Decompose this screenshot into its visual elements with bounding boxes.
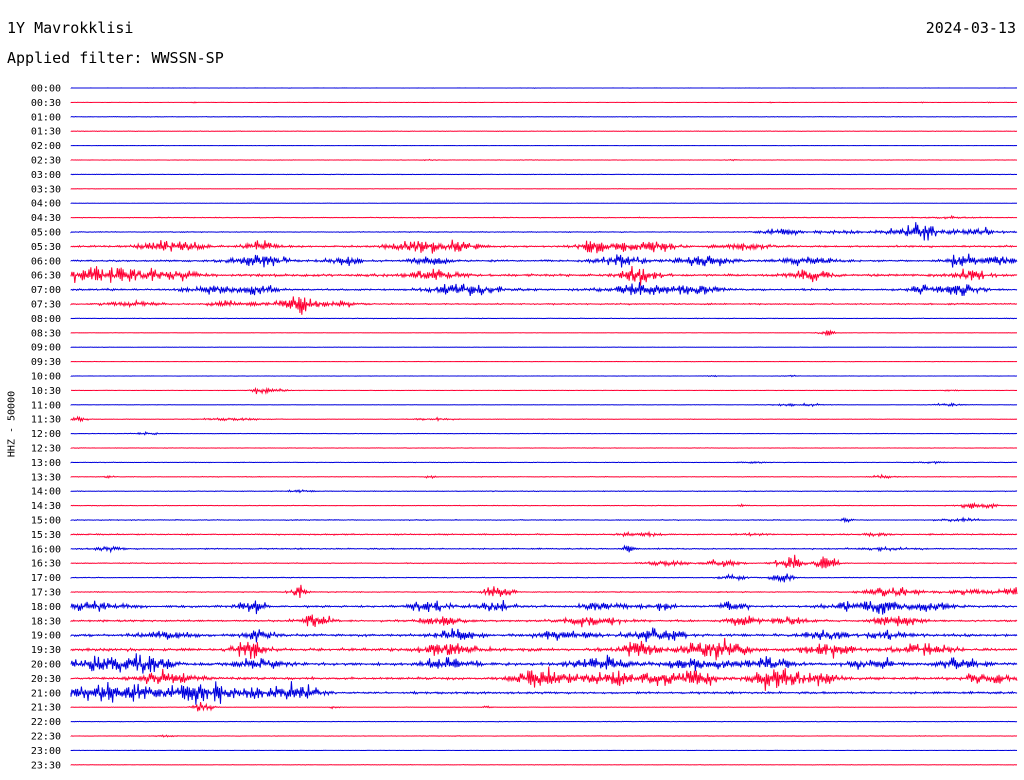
time-label: 13:00: [31, 458, 61, 469]
trace-line: [70, 386, 1018, 395]
time-label: 14:00: [31, 487, 61, 498]
time-label: 17:00: [31, 573, 61, 584]
trace-line: [70, 573, 1018, 583]
trace-line: [70, 544, 1018, 554]
trace-line: [70, 734, 1018, 738]
trace-line: [70, 554, 1018, 569]
time-label: 07:30: [31, 300, 61, 311]
time-label: 09:00: [31, 343, 61, 354]
trace-line: [70, 130, 1018, 133]
trace-line: [70, 447, 1018, 449]
time-label: 00:00: [31, 84, 61, 95]
trace-line: [70, 115, 1018, 118]
time-label: 19:00: [31, 631, 61, 642]
trace-line: [70, 282, 1018, 296]
trace-line: [70, 101, 1018, 104]
trace-line: [70, 214, 1018, 220]
time-label-group: 00:00 00:30 01:00 01:30 02:00 02:30 03:00 03:30…: [31, 84, 61, 772]
time-label: 06:30: [31, 271, 61, 282]
time-label: 06:00: [31, 256, 61, 267]
trace-line: [70, 430, 1018, 436]
time-label: 09:30: [31, 357, 61, 368]
time-label: 03:30: [31, 184, 61, 195]
trace-line: [70, 296, 1018, 315]
trace-line: [70, 501, 1018, 510]
trace-line: [70, 720, 1018, 723]
time-label: 17:30: [31, 588, 61, 599]
time-label: 16:00: [31, 544, 61, 555]
helicorder-plot: 00:00 00:30 01:00 01:30 02:00 02:30 03:00 03:30…: [31, 84, 1018, 772]
time-label: 14:30: [31, 501, 61, 512]
trace-line: [70, 681, 1018, 705]
time-label: 15:00: [31, 516, 61, 527]
trace-line: [70, 516, 1018, 524]
time-label: 23:00: [31, 746, 61, 757]
time-label: 03:00: [31, 170, 61, 181]
trace-line: [70, 329, 1018, 337]
trace-line: [70, 222, 1018, 241]
time-label: 19:30: [31, 645, 61, 656]
trace-line: [70, 239, 1018, 254]
trace-line: [70, 666, 1018, 691]
trace-line: [70, 763, 1018, 766]
time-label: 05:00: [31, 228, 61, 239]
time-label: 16:30: [31, 559, 61, 570]
trace-group: [70, 87, 1018, 766]
time-label: 11:00: [31, 400, 61, 411]
trace-line: [70, 317, 1018, 320]
time-label: 21:00: [31, 688, 61, 699]
time-label: 22:30: [31, 732, 61, 743]
time-label: 15:30: [31, 530, 61, 541]
trace-line: [70, 653, 1018, 674]
trace-line: [70, 460, 1018, 465]
time-label: 04:00: [31, 199, 61, 210]
trace-line: [70, 173, 1018, 176]
time-label: 10:30: [31, 386, 61, 397]
trace-line: [70, 473, 1018, 480]
time-label: 20:00: [31, 660, 61, 671]
trace-line: [70, 701, 1018, 712]
time-label: 18:00: [31, 602, 61, 613]
time-label: 02:30: [31, 156, 61, 167]
time-label: 12:30: [31, 444, 61, 455]
time-label: 02:00: [31, 141, 61, 152]
time-label: 01:00: [31, 112, 61, 123]
time-label: 08:30: [31, 328, 61, 339]
trace-line: [70, 584, 1018, 599]
time-label: 12:00: [31, 429, 61, 440]
time-label: 21:30: [31, 703, 61, 714]
trace-line: [70, 158, 1018, 162]
trace-line: [70, 402, 1018, 408]
time-label: 04:30: [31, 213, 61, 224]
trace-line: [70, 488, 1018, 494]
trace-line: [70, 627, 1018, 643]
trace-line: [70, 253, 1018, 268]
trace-line: [70, 600, 1018, 615]
time-label: 01:30: [31, 127, 61, 138]
trace-line: [70, 614, 1018, 628]
time-label: 18:30: [31, 616, 61, 627]
time-label: 13:30: [31, 472, 61, 483]
trace-line: [70, 374, 1018, 378]
trace-line: [70, 530, 1018, 538]
time-label: 23:30: [31, 760, 61, 771]
time-label: 05:30: [31, 242, 61, 253]
time-label: 07:00: [31, 285, 61, 296]
time-label: 11:30: [31, 415, 61, 426]
trace-line: [70, 637, 1018, 661]
time-label: 08:00: [31, 314, 61, 325]
trace-line: [70, 415, 1018, 423]
time-label: 22:00: [31, 717, 61, 728]
trace-line: [70, 265, 1018, 286]
time-label: 20:30: [31, 674, 61, 685]
time-label: 10:00: [31, 372, 61, 383]
time-label: 00:30: [31, 98, 61, 109]
